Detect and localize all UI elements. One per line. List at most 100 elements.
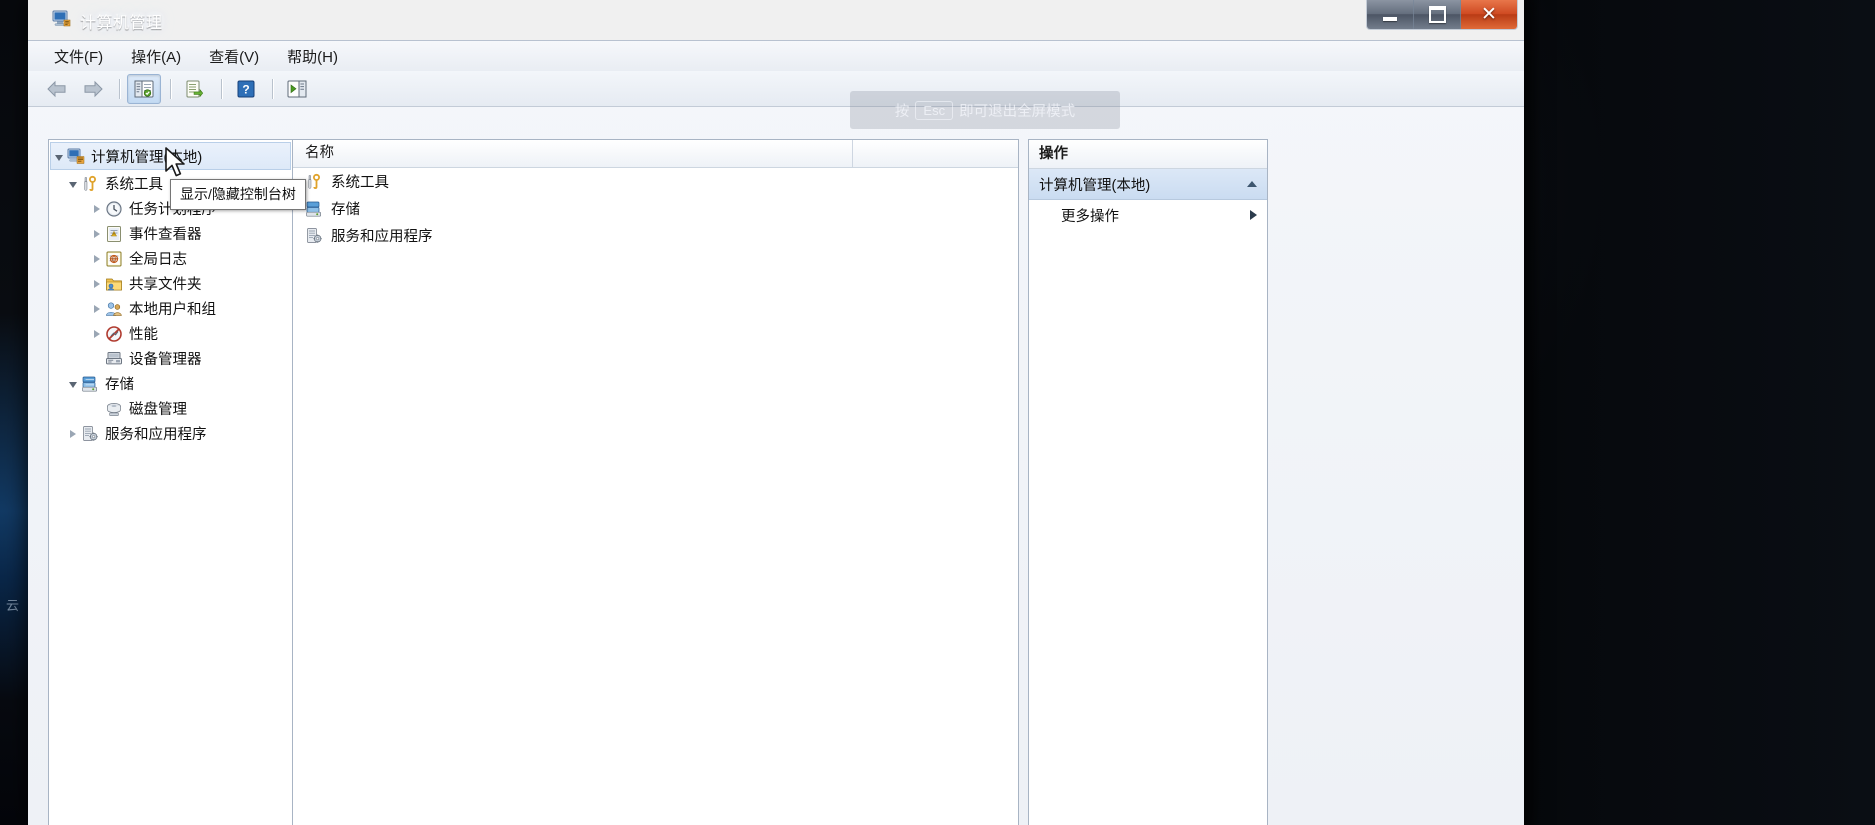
tree-item-label: 全局日志 [129, 252, 187, 268]
storage-icon [82, 376, 97, 392]
tree-item-label: 磁盘管理 [129, 402, 187, 418]
maximize-icon [1428, 6, 1446, 23]
arrow-left-icon [47, 80, 66, 97]
tree-item-shared-folders[interactable]: 共享文件夹 [49, 271, 292, 296]
list-item-label: 服务和应用程序 [331, 229, 433, 245]
chevron-down-icon [55, 154, 63, 161]
toolbar-tooltip: 显示/隐藏控制台树 [170, 179, 306, 210]
services-applications-expander[interactable] [65, 426, 81, 442]
tree-item-performance[interactable]: 性能 [49, 321, 292, 346]
performance-expander[interactable] [89, 326, 105, 342]
back-button[interactable] [40, 74, 74, 104]
computer-management-icon [67, 148, 85, 164]
system-tools-icon [84, 175, 96, 191]
column-header-name[interactable]: 名称 [293, 140, 853, 167]
action-item-label: 更多操作 [1061, 208, 1119, 225]
window-title: 计算机管理 [80, 15, 163, 32]
services-applications-icon [83, 425, 98, 441]
local-users-groups-expander[interactable] [89, 301, 105, 317]
window-titlebar[interactable]: 计算机管理 ✕ [28, 0, 1524, 40]
task-scheduler-icon [106, 200, 122, 217]
chevron-down-icon [69, 182, 77, 188]
tree-item-event-viewer[interactable]: 事件查看器 [49, 221, 292, 246]
panes-container: 计算机管理(本地) 系统工具 任务计划程序 事件查看器 全局日志 共享文件夹 本… [28, 107, 1524, 825]
menubar: 文件(F) 操作(A) 查看(V) 帮助(H) [28, 41, 1524, 71]
menu-file[interactable]: 文件(F) [42, 43, 115, 70]
list-item[interactable]: 服务和应用程序 [293, 222, 1018, 249]
tree-item-device-manager[interactable]: 设备管理器 [49, 346, 292, 371]
local-users-groups-icon [106, 301, 122, 316]
chevron-right-icon [94, 254, 100, 263]
shared-folders-expander[interactable] [89, 276, 105, 292]
toolbar-separator [119, 78, 120, 99]
result-list-pane: 名称 系统工具 存储 服务和应用程序 [292, 139, 1019, 825]
task-scheduler-expander[interactable] [89, 201, 105, 217]
tree-item-label: 存储 [105, 377, 134, 393]
close-icon: ✕ [1481, 4, 1497, 25]
chevron-right-icon [94, 329, 100, 338]
show-hide-console-tree-button[interactable] [127, 73, 161, 104]
list-item[interactable]: 系统工具 [293, 168, 1018, 195]
chevron-right-icon [70, 429, 76, 438]
shared-folders-icon [106, 278, 122, 290]
help-button[interactable]: ? [229, 74, 263, 104]
tree-item-global-logs[interactable]: 全局日志 [49, 246, 292, 271]
tree-item-storage[interactable]: 存储 [49, 371, 292, 396]
show-action-pane-button[interactable] [280, 74, 314, 104]
tree-item-computer-management-root[interactable]: 计算机管理(本地) [50, 142, 291, 170]
menu-help[interactable]: 帮助(H) [275, 43, 350, 70]
close-button[interactable]: ✕ [1461, 0, 1517, 29]
question-mark-icon: ? [237, 80, 255, 97]
tree-item-label: 服务和应用程序 [105, 427, 207, 443]
desktop-left-strip [0, 0, 28, 825]
caret-right-icon [1250, 210, 1257, 220]
fullscreen-hint-prefix: 按 [894, 103, 910, 120]
column-header-filler [853, 140, 1018, 167]
action-item-more-actions[interactable]: 更多操作 [1029, 200, 1267, 230]
forward-button[interactable] [76, 74, 110, 104]
chevron-right-icon [94, 229, 100, 238]
computer-management-icon [52, 10, 71, 27]
action-group-label: 计算机管理(本地) [1039, 177, 1151, 194]
toolbar-separator [272, 78, 273, 99]
console-tree-pane: 计算机管理(本地) 系统工具 任务计划程序 事件查看器 全局日志 共享文件夹 本… [48, 139, 293, 825]
disk-management-icon [107, 402, 121, 416]
export-list-icon [186, 80, 204, 97]
computer-management-window: 计算机管理 ✕ 文件(F) 操作(A) 查看(V) 帮助(H) ? 计算机管理(… [28, 0, 1524, 825]
esc-key-badge: Esc [915, 100, 954, 120]
event-viewer-expander[interactable] [89, 226, 105, 242]
export-list-button[interactable] [178, 74, 212, 104]
tree-item-label: 本地用户和组 [129, 302, 216, 318]
storage-expander[interactable] [65, 376, 81, 392]
list-item[interactable]: 存储 [293, 195, 1018, 222]
toolbar: ? [28, 71, 1524, 107]
list-header: 名称 [293, 140, 1018, 168]
actions-pane: 操作 计算机管理(本地) 更多操作 [1028, 139, 1268, 825]
maximize-button[interactable] [1414, 0, 1461, 29]
window-drop-shadow [1524, 0, 1542, 825]
menu-action[interactable]: 操作(A) [119, 43, 193, 70]
caret-up-icon[interactable] [1247, 181, 1257, 187]
performance-icon [106, 325, 122, 342]
system-tools-expander[interactable] [65, 176, 81, 192]
device-manager-icon [106, 351, 122, 364]
services-applications-icon [307, 227, 322, 243]
global-logs-expander[interactable] [89, 251, 105, 267]
menu-view[interactable]: 查看(V) [197, 43, 271, 70]
toolbar-separator [221, 78, 222, 99]
tree-item-local-users-groups[interactable]: 本地用户和组 [49, 296, 292, 321]
window-client-area: 文件(F) 操作(A) 查看(V) 帮助(H) ? 计算机管理(本地) 系统工具… [28, 40, 1524, 825]
action-group-computer-management[interactable]: 计算机管理(本地) [1029, 169, 1267, 200]
root-expander[interactable] [51, 148, 67, 164]
toolbar-separator [170, 78, 171, 99]
device-manager-expander-placeholder [89, 351, 105, 367]
fullscreen-hint-suffix: 即可退出全屏模式 [959, 103, 1076, 120]
actions-pane-header: 操作 [1029, 140, 1267, 169]
minimize-button[interactable] [1367, 0, 1414, 29]
tree-item-services-applications[interactable]: 服务和应用程序 [49, 421, 292, 446]
list-item-label: 存储 [331, 202, 360, 218]
chevron-right-icon [94, 279, 100, 288]
chevron-down-icon [69, 382, 77, 388]
tree-item-label: 系统工具 [105, 177, 163, 193]
tree-item-disk-management[interactable]: 磁盘管理 [49, 396, 292, 421]
